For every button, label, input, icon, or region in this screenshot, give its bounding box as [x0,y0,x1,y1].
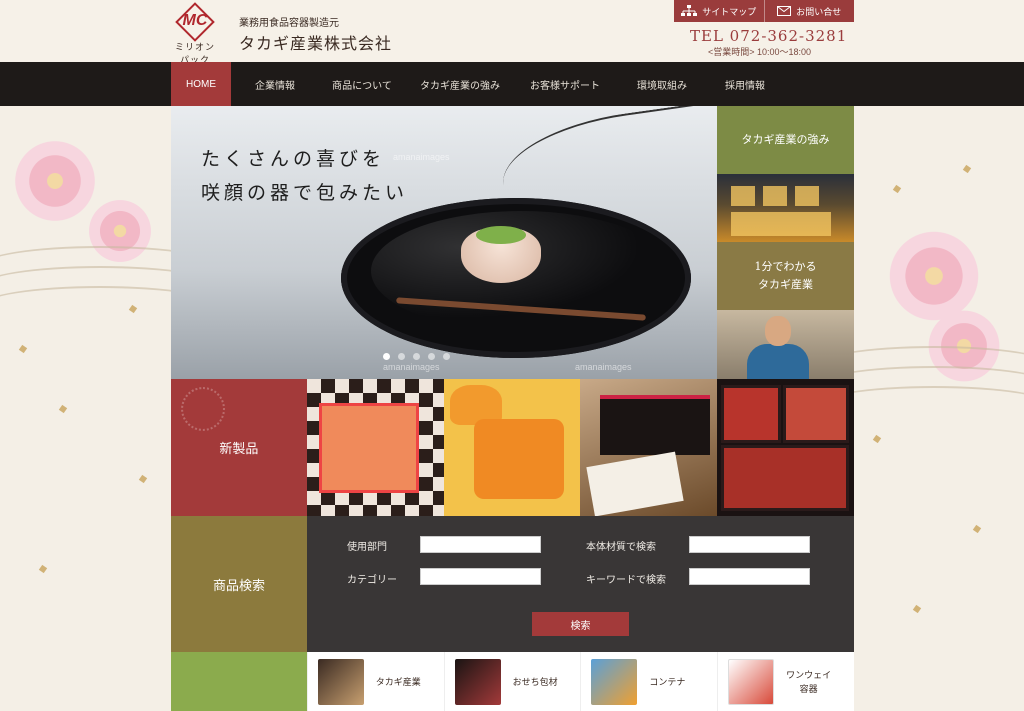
intro-video-banner[interactable]: 1分でわかる タカギ産業 [717,242,854,310]
slider-dot[interactable] [428,353,435,360]
nav-strengths[interactable]: タカギ産業の強み [405,62,515,106]
dept-label: 使用部門 [347,542,387,553]
category-oneway[interactable]: ワンウェイ 容器 [717,652,854,711]
product-search: 商品検索 使用部門 本体材質で検索 カテゴリー キーワードで検索 検索 [171,516,854,652]
slider-dot[interactable] [398,353,405,360]
category-links: タカギ産業 おせち包材 コンテナ ワンウェイ 容器 [171,652,854,711]
slider-dot[interactable] [413,353,420,360]
company-logo[interactable]: MC ミリオンパック [171,2,219,65]
utility-links: サイトマップ お問い合せ [674,0,854,22]
keyword-label: キーワードで検索 [586,575,666,586]
hero-copy-line1: たくさんの喜びを [201,148,386,170]
material-input[interactable] [689,536,810,553]
chrysanthemum-decoration [10,136,100,226]
flower-motif-icon [181,387,225,431]
sitemap-link[interactable]: サイトマップ [674,0,764,22]
category-label: コンテナ [649,676,686,687]
product-image-osechi[interactable] [306,379,444,516]
business-hours: <営業時間> 10:00～18:00 [708,47,812,57]
search-button[interactable]: 検索 [532,612,629,636]
nav-products[interactable]: 商品について [319,62,405,106]
slider-dot[interactable] [443,353,450,360]
product-image-gift-box[interactable] [580,379,718,516]
staff-photo-banner[interactable] [717,310,854,379]
category-input[interactable] [420,568,541,585]
company-name: タカギ産業株式会社 [239,34,393,53]
slider-dot[interactable] [383,353,390,360]
hero-slider[interactable]: たくさんの喜びを 咲顔の器で包みたい amanaimages amanaimag… [171,106,717,379]
right-decoration [854,106,1024,711]
building-image-banner[interactable] [717,174,854,242]
strength-banner-label: タカギ産業の強み [741,133,830,146]
tagline: 業務用食品容器製造元 [239,18,339,29]
nav-recruit[interactable]: 採用情報 [709,62,781,106]
category-label: おせち包材 [512,676,558,687]
dept-input[interactable] [420,536,541,553]
category-label: タカギ産業 [375,676,421,687]
watermark: amanaimages [393,152,450,162]
category-label: カテゴリー [347,575,397,586]
site-header: MC ミリオンパック 業務用食品容器製造元 タカギ産業株式会社 サイトマップ お… [0,0,1024,65]
keyword-input[interactable] [689,568,810,585]
strength-banner[interactable]: タカギ産業の強み [717,106,854,174]
maple-leaf-decoration [171,652,307,711]
mail-icon [777,6,792,16]
bento-tray-icon [317,658,364,705]
nav-customer-support[interactable]: お客様サポート [515,62,615,106]
logo-mark-text: MC [182,12,208,29]
category-osechi[interactable]: おせち包材 [443,652,581,711]
main-navigation: HOME 企業情報 商品について タカギ産業の強み お客様サポート 環境取組み … [0,62,1024,106]
osechi-box-icon [454,658,501,705]
search-title: 商品検索 [212,578,265,594]
hero-copy: たくさんの喜びを 咲顔の器で包みたい [201,142,408,210]
oneway-container-icon [728,658,775,705]
new-products-label: 新製品 [219,442,259,457]
search-form: 使用部門 本体材質で検索 カテゴリー キーワードで検索 検索 [307,516,854,652]
nav-environment[interactable]: 環境取組み [615,62,709,106]
product-gallery: 新製品 [171,379,854,516]
contact-label: お問い合せ [796,6,842,17]
nav-home[interactable]: HOME [171,62,231,106]
watermark: amanaimages [575,362,632,372]
side-banners: タカギ産業の強み 1分でわかる タカギ産業 [717,106,854,379]
product-image-bento-tray[interactable] [717,379,854,516]
intro-line2: タカギ産業 [758,278,813,291]
category-label: ワンウェイ 容器 [786,669,832,694]
left-decoration [0,106,171,711]
slider-dots [383,353,450,360]
category-takagi[interactable]: タカギ産業 [306,652,444,711]
sitemap-label: サイトマップ [702,6,757,17]
category-container[interactable]: コンテナ [580,652,717,711]
search-title-tile: 商品検索 [171,516,307,652]
nav-company-info[interactable]: 企業情報 [231,62,319,106]
watermark: amanaimages [383,362,440,372]
container-icon [591,658,638,705]
hero-copy-line2: 咲顔の器で包みたい [201,182,409,204]
intro-line1: 1分でわかる [754,260,817,273]
sitemap-icon [681,5,698,16]
new-products-tile[interactable]: 新製品 [171,379,307,516]
phone-number: TEL 072-362-3281 [690,27,848,45]
contact-link[interactable]: お問い合せ [763,0,855,22]
material-label: 本体材質で検索 [586,542,656,553]
product-image-kids-bento[interactable] [443,379,581,516]
